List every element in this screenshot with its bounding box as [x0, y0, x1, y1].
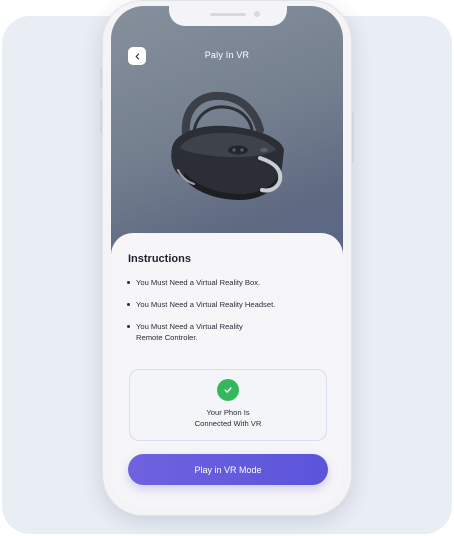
phone-notch	[169, 6, 287, 26]
check-icon	[224, 387, 232, 393]
list-item: You Must Need a Virtual Reality Remote C…	[127, 321, 243, 343]
connection-status-text: Your Phon Is Connected With VR	[194, 408, 262, 428]
check-circle-icon	[217, 379, 239, 401]
phone-screen: Paly In VR Instructions You Must Need a …	[111, 6, 343, 507]
instruction-text: You Must Need a Virtual Reality Headset.	[136, 300, 276, 309]
list-item: You Must Need a Virtual Reality Box.	[127, 277, 260, 288]
vr-headset-image	[171, 91, 284, 200]
bullet-icon	[127, 281, 130, 284]
phone-power-button	[351, 112, 354, 162]
bullet-icon	[127, 303, 130, 306]
hero-section: Paly In VR	[111, 6, 343, 264]
instruction-text: You Must Need a Virtual Reality Box.	[136, 278, 261, 287]
page-title: Paly In VR	[204, 50, 250, 60]
bullet-icon	[127, 325, 130, 328]
connection-status-box: Your Phon Is Connected With VR	[129, 369, 327, 441]
instruction-text: You Must Need a Virtual Reality Remote C…	[136, 322, 243, 342]
instructions-title: Instructions	[128, 253, 191, 265]
phone-camera	[254, 11, 260, 17]
play-vr-mode-button[interactable]: Play in VR Mode	[128, 454, 328, 485]
phone-speaker	[210, 13, 246, 16]
list-item: You Must Need a Virtual Reality Headset.	[127, 299, 275, 310]
